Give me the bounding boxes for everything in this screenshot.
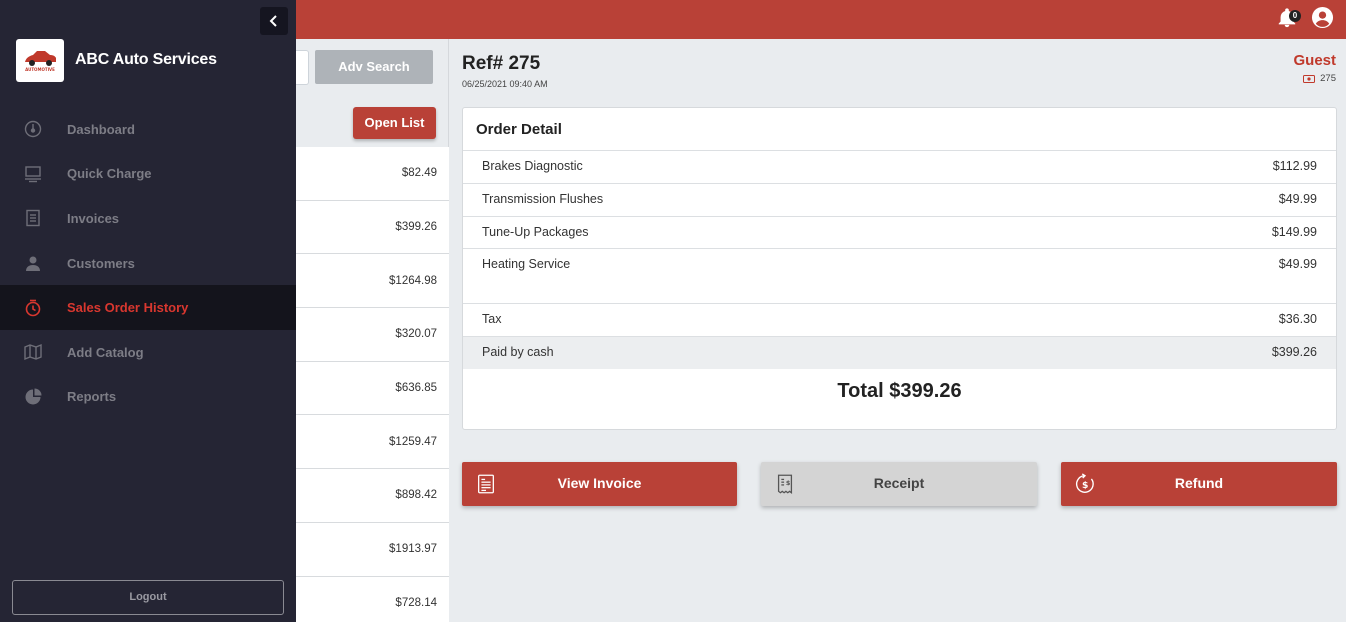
view-invoice-button[interactable]: View Invoice — [462, 462, 737, 506]
tax-label: Tax — [482, 312, 502, 326]
list-item[interactable]: $728.14 — [296, 576, 449, 622]
sidebar-item-reports[interactable]: Reports — [0, 375, 296, 420]
order-detail-title: Order Detail — [476, 121, 562, 138]
adv-search-button[interactable]: Adv Search — [315, 50, 433, 84]
list-item-amount: $1264.98 — [389, 274, 437, 287]
list-item[interactable]: $320.07 — [296, 308, 449, 362]
register-icon — [25, 166, 41, 183]
logout-button[interactable]: Logout — [12, 580, 284, 615]
line-item-amount: $112.99 — [1272, 159, 1317, 173]
order-list: $82.49 $399.26 $1264.98 $320.07 $636.85 … — [296, 147, 449, 622]
sidebar-item-label: Reports — [67, 389, 117, 405]
sidebar-item-dashboard[interactable]: Dashboard — [0, 107, 296, 152]
sidebar-collapse-button[interactable] — [260, 7, 288, 35]
sidebar-item-label: Sales Order History — [67, 300, 189, 316]
order-ref-title: Ref# 275 — [462, 53, 541, 74]
gauge-icon — [24, 121, 42, 138]
list-item-amount: $1259.47 — [389, 435, 437, 448]
pie-chart-icon — [25, 388, 42, 405]
order-date: 06/25/2021 09:40 AM — [462, 79, 548, 89]
payment-amount: $399.26 — [1271, 345, 1317, 359]
brand-name: ABC Auto Services — [75, 51, 217, 68]
line-item: Brakes Diagnostic $112.99 — [463, 150, 1336, 183]
search-input[interactable] — [296, 50, 309, 85]
order-total: Total $399.26 — [837, 380, 962, 402]
line-item-name: Heating Service — [482, 257, 571, 271]
line-item-amount: $49.99 — [1278, 257, 1317, 271]
user-circle-icon[interactable] — [1311, 6, 1334, 29]
line-item-amount: $149.99 — [1271, 225, 1317, 239]
sidebar-item-label: Dashboard — [67, 121, 135, 137]
list-item[interactable]: $1259.47 — [296, 415, 449, 470]
list-item-amount: $898.42 — [395, 489, 437, 502]
catalog-icon — [24, 344, 42, 361]
order-list-panel: Adv Search Open List $82.49 $399.26 $126… — [296, 39, 449, 622]
line-item-name: Brakes Diagnostic — [482, 159, 583, 173]
sidebar-item-quick-charge[interactable]: Quick Charge — [0, 152, 296, 197]
receipt-label: Receipt — [873, 475, 925, 491]
list-item-amount: $399.26 — [395, 221, 437, 234]
list-item-amount: $1913.97 — [389, 543, 437, 556]
notification-count-badge: 0 — [1289, 10, 1301, 22]
list-item[interactable]: $399.26 — [296, 200, 449, 255]
list-item[interactable]: $636.85 — [296, 361, 449, 416]
list-item[interactable]: $898.42 — [296, 469, 449, 523]
line-item: Tune-Up Packages $149.99 — [463, 216, 1336, 248]
sidebar-item-label: Quick Charge — [67, 166, 152, 182]
sidebar-item-label: Invoices — [67, 210, 120, 226]
receipt-button[interactable]: $ Receipt — [761, 462, 1037, 506]
list-item-amount: $728.14 — [395, 596, 437, 609]
tax-row: Tax $36.30 — [463, 303, 1336, 336]
line-item: Transmission Flushes $49.99 — [463, 183, 1336, 216]
sidebar-item-label: Customers — [67, 255, 135, 271]
list-item[interactable]: $1264.98 — [296, 254, 449, 309]
list-item-amount: $636.85 — [395, 382, 437, 395]
sidebar-item-invoices[interactable]: Invoices — [0, 196, 296, 241]
list-item-amount: $82.49 — [401, 167, 437, 180]
customer-name[interactable]: Guest — [1293, 52, 1336, 69]
payment-label: Paid by cash — [482, 345, 554, 359]
list-item-amount: $320.07 — [395, 328, 437, 341]
invoice-icon — [26, 210, 40, 227]
sidebar-item-add-catalog[interactable]: Add Catalog — [0, 330, 296, 375]
person-icon — [26, 256, 40, 272]
line-item-amount: $49.99 — [1278, 192, 1317, 206]
customer-id-value: 275 — [1320, 73, 1336, 84]
history-icon — [25, 299, 41, 316]
refund-button[interactable]: $ Refund — [1061, 462, 1337, 506]
sidebar-item-sales-order-history[interactable]: Sales Order History — [0, 285, 296, 330]
view-invoice-label: View Invoice — [557, 475, 642, 491]
sidebar: AUTOMOTIVE ABC Auto Services Dashboard Q… — [0, 0, 296, 622]
brand-logo: AUTOMOTIVE — [16, 39, 64, 82]
tax-amount: $36.30 — [1278, 312, 1317, 326]
line-item-name: Transmission Flushes — [482, 192, 604, 206]
refund-label: Refund — [1174, 475, 1224, 491]
sidebar-item-label: Add Catalog — [67, 344, 144, 360]
sidebar-nav: Dashboard Quick Charge Invoices Customer… — [0, 107, 296, 419]
list-item[interactable]: $82.49 — [296, 147, 449, 201]
line-item: Heating Service $49.99 — [463, 248, 1336, 303]
chevron-left-icon — [269, 15, 277, 27]
payment-row: Paid by cash $399.26 — [463, 336, 1336, 369]
line-item-name: Tune-Up Packages — [482, 225, 589, 239]
order-detail-card: Order Detail Brakes Diagnostic $112.99 T… — [462, 107, 1337, 430]
list-item[interactable]: $1913.97 — [296, 522, 449, 577]
open-list-button[interactable]: Open List — [353, 107, 436, 139]
car-logo-icon: AUTOMOTIVE — [25, 51, 56, 72]
logo-text: AUTOMOTIVE — [25, 67, 55, 72]
id-card-icon — [1303, 74, 1316, 83]
customer-id: 275 — [1303, 73, 1336, 84]
sidebar-item-customers[interactable]: Customers — [0, 241, 296, 286]
